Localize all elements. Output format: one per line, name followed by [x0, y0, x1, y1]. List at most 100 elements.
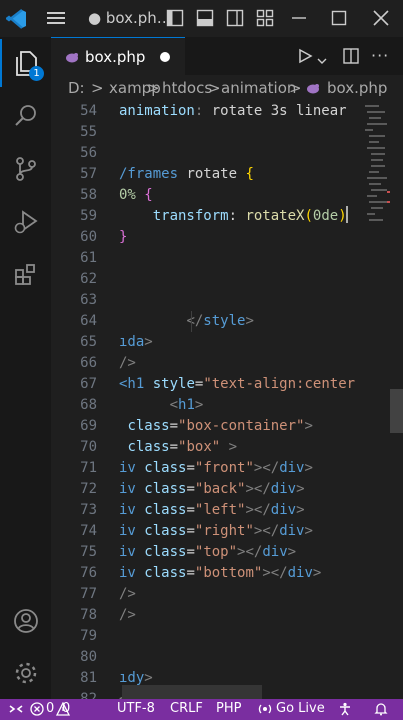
code-line[interactable]: transform: rotateX(0de): [119, 206, 348, 227]
horizontal-scrollbar-thumb[interactable]: [122, 685, 262, 699]
notifications-icon[interactable]: [374, 702, 388, 720]
go-live-button[interactable]: Go Live: [276, 701, 325, 716]
code-line[interactable]: iv class="back"></div>: [119, 479, 305, 500]
code-editor[interactable]: 54 55 56 57 58 59 60 61 62 63 64 65 66 67 68 69 70 71 72 73…: [51, 101, 403, 699]
warning-count[interactable]: 0: [62, 701, 70, 716]
code-line[interactable]: />: [119, 605, 136, 626]
code-line[interactable]: <h1 style="text-align:center: [119, 374, 355, 395]
php-file-icon: [65, 49, 79, 68]
code-token: class: [144, 460, 187, 476]
code-token: class: [144, 544, 187, 560]
code-token: />: [119, 607, 136, 623]
more-actions-button[interactable]: ···: [371, 46, 389, 65]
breadcrumb-animation[interactable]: animation: [221, 79, 296, 97]
line-ending[interactable]: CRLF: [170, 701, 203, 716]
code-token: :: [228, 208, 246, 224]
code-token: =: [186, 502, 195, 518]
code-token: {: [144, 187, 153, 203]
code-token: rotate 3s linear: [211, 103, 347, 119]
line-number: 61: [80, 250, 97, 266]
line-number: 80: [80, 649, 97, 665]
line-number: 59: [80, 208, 97, 224]
code-line[interactable]: /frames rotate {: [119, 164, 254, 185]
code-token: =: [186, 565, 195, 581]
search-button[interactable]: [0, 92, 51, 140]
run-options-button[interactable]: [317, 51, 327, 70]
line-number: 67: [80, 376, 97, 392]
code-line[interactable]: iv class="bottom"></div>: [119, 563, 321, 584]
code-line[interactable]: iv class="top"></div>: [119, 542, 296, 563]
code-token: >: [144, 670, 153, 686]
code-token: ></: [262, 565, 288, 581]
tab-box-php[interactable]: box.php: [51, 37, 185, 75]
toggle-panel-icon[interactable]: [196, 9, 214, 31]
source-control-button[interactable]: [0, 145, 51, 193]
code-line[interactable]: ıda>: [119, 332, 153, 353]
run-file-button[interactable]: [297, 48, 313, 68]
code-token: "box-container": [178, 418, 305, 434]
toggle-primary-sidebar-icon[interactable]: [166, 9, 184, 31]
code-line[interactable]: }: [119, 227, 127, 248]
code-token: div: [262, 544, 288, 560]
code-line[interactable]: iv class="front"></div>: [119, 458, 313, 479]
menu-icon[interactable]: [46, 9, 66, 31]
line-number: 57: [80, 166, 97, 182]
code-token: >: [245, 313, 254, 329]
explorer-button[interactable]: 1: [0, 39, 51, 87]
code-line[interactable]: />: [119, 584, 136, 605]
code-token: div: [270, 481, 297, 497]
code-token: {: [245, 166, 254, 182]
go-live-icon[interactable]: [258, 702, 272, 720]
line-number: 71: [80, 460, 97, 476]
customize-layout-icon[interactable]: [256, 9, 274, 31]
language-mode[interactable]: PHP: [216, 701, 241, 716]
maximize-icon[interactable]: [330, 9, 348, 31]
code-token: class: [127, 439, 170, 455]
code-line[interactable]: class="box" >: [119, 437, 237, 458]
code-line[interactable]: iv class="right"></div>: [119, 521, 313, 542]
code-token: style: [152, 376, 195, 392]
code-line[interactable]: </style>: [119, 311, 254, 332]
toggle-secondary-sidebar-icon[interactable]: [226, 9, 244, 31]
manage-button[interactable]: [0, 649, 51, 697]
code-token: >: [304, 460, 313, 476]
code-line[interactable]: 0% {: [119, 185, 153, 206]
breadcrumb-drive[interactable]: D:: [68, 79, 85, 97]
source-control-icon: [15, 157, 36, 181]
line-number: 77: [80, 586, 97, 602]
code-token: >: [144, 334, 153, 350]
error-count[interactable]: 0: [46, 701, 54, 716]
breadcrumb-file[interactable]: box.php: [327, 79, 387, 97]
unsaved-dot-icon[interactable]: [160, 52, 170, 62]
minimap[interactable]: [365, 101, 391, 231]
remote-icon[interactable]: [8, 702, 24, 720]
play-icon: [299, 48, 313, 64]
code-token: ></: [253, 523, 280, 539]
line-number: 78: [80, 607, 97, 623]
minimize-icon[interactable]: [290, 9, 308, 31]
split-editor-button[interactable]: [343, 48, 359, 68]
code-line[interactable]: />: [119, 353, 136, 374]
run-debug-button[interactable]: [0, 198, 51, 246]
error-icon[interactable]: [30, 702, 44, 720]
code-token: class: [127, 418, 170, 434]
accounts-button[interactable]: [0, 597, 51, 645]
line-number: 74: [80, 523, 97, 539]
encoding[interactable]: UTF-8: [117, 701, 155, 716]
code-token: <: [169, 397, 179, 413]
code-token: iv: [119, 481, 136, 497]
line-number: 54: [80, 103, 97, 119]
code-line[interactable]: iv class="left"></div>: [119, 500, 305, 521]
vscode-logo-icon[interactable]: [5, 8, 28, 34]
extensions-button[interactable]: [0, 251, 51, 299]
vertical-scrollbar-thumb[interactable]: [390, 389, 403, 433]
accessibility-icon[interactable]: [338, 702, 352, 720]
close-icon[interactable]: [372, 9, 390, 31]
code-line[interactable]: animation: rotate 3s linear: [119, 101, 347, 122]
breadcrumb-htdocs[interactable]: htdocs: [162, 79, 212, 97]
code-line[interactable]: class="box-container">: [119, 416, 312, 437]
code-token: "left": [194, 502, 246, 518]
code-line[interactable]: <h1>: [119, 395, 204, 416]
